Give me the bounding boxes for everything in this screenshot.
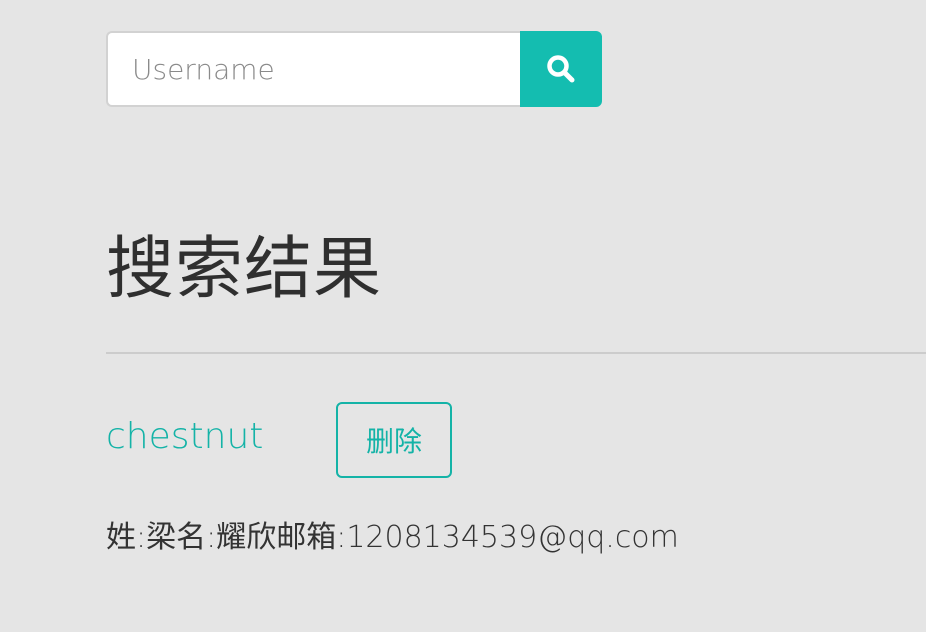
search-button[interactable]: [520, 31, 602, 107]
search-icon: [547, 55, 575, 83]
username-search-input[interactable]: [106, 31, 520, 107]
search-form: [106, 31, 602, 107]
page-title: 搜索结果: [106, 230, 383, 309]
delete-button[interactable]: 删除: [336, 402, 452, 478]
result-username-link[interactable]: chestnut: [106, 412, 263, 462]
divider: [106, 352, 926, 354]
result-detail-text: 姓:梁名:耀欣邮箱:1208134539@qq.com: [106, 520, 679, 555]
